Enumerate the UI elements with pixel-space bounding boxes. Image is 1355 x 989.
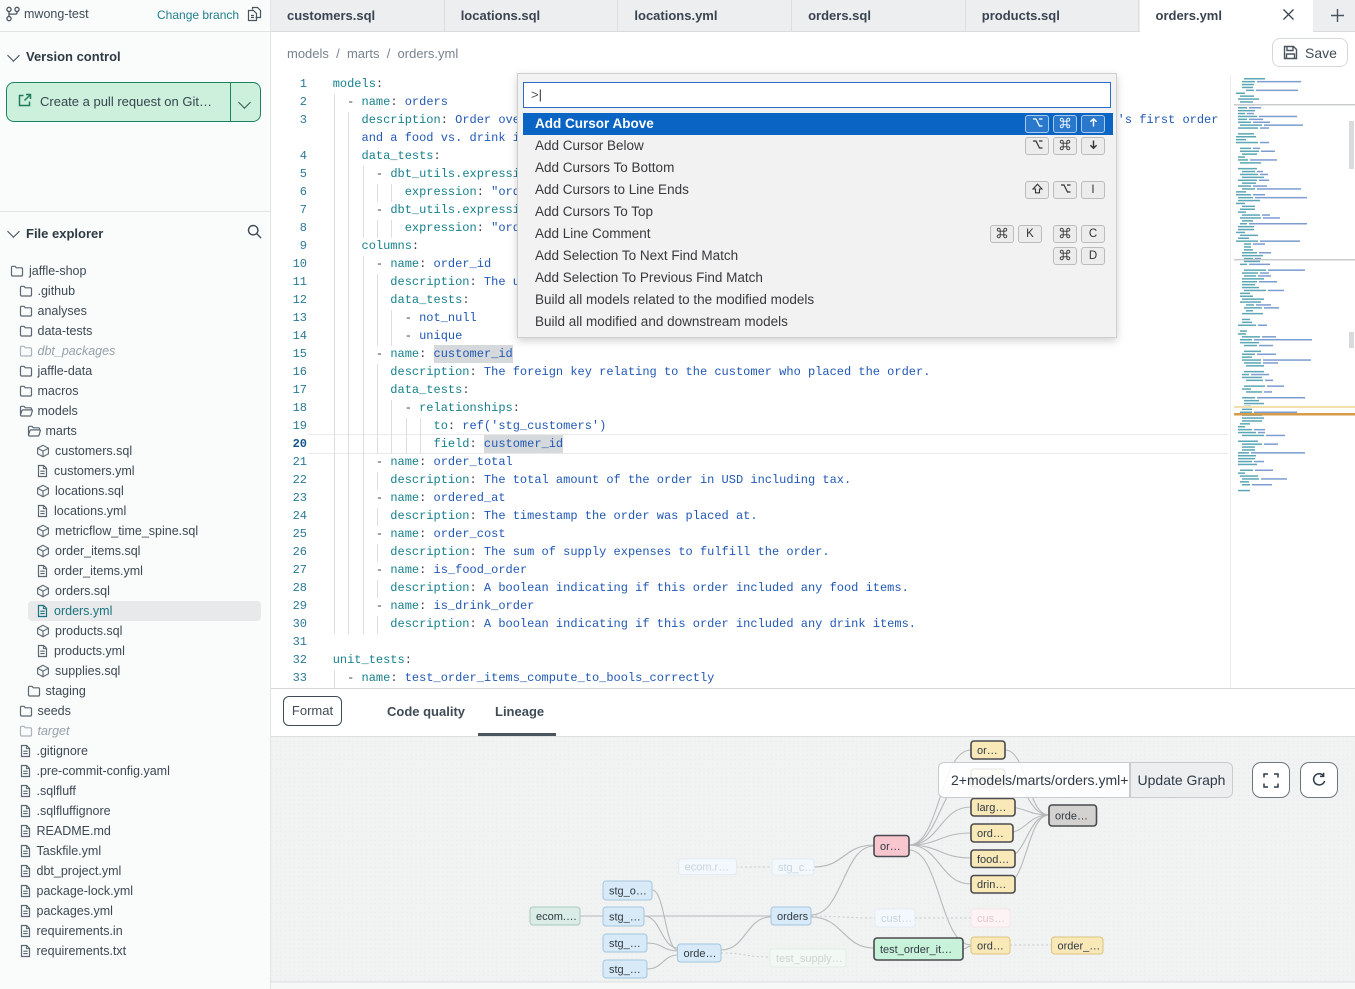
svg-text:ord…: ord… [977,828,1004,840]
svg-text:or…: or… [880,841,901,853]
svg-text:stg_…: stg_… [609,912,641,924]
svg-text:larg…: larg… [977,802,1006,814]
svg-text:orde…: orde… [1055,811,1088,823]
svg-text:food…: food… [977,854,1009,866]
svg-text:drin…: drin… [977,879,1006,891]
svg-text:stg_…: stg_… [609,964,641,976]
svg-text:stg_o…: stg_o… [609,886,647,898]
svg-text:ecom.r…: ecom.r… [685,862,730,874]
svg-text:stg_c…: stg_c… [778,862,815,874]
svg-text:orders: orders [777,911,809,923]
svg-text:order_…: order_… [1058,941,1101,953]
svg-text:cus…: cus… [977,913,1005,925]
svg-text:orde…: orde… [684,948,717,960]
svg-text:ord…: ord… [977,941,1004,953]
svg-text:test_order_it…: test_order_it… [880,944,952,956]
svg-text:ecom.…: ecom.… [536,911,577,923]
svg-text:or…: or… [977,745,998,757]
svg-text:stg_…: stg_… [609,938,641,950]
svg-text:cust…: cust… [881,913,912,925]
svg-text:test_supply…: test_supply… [776,953,843,965]
